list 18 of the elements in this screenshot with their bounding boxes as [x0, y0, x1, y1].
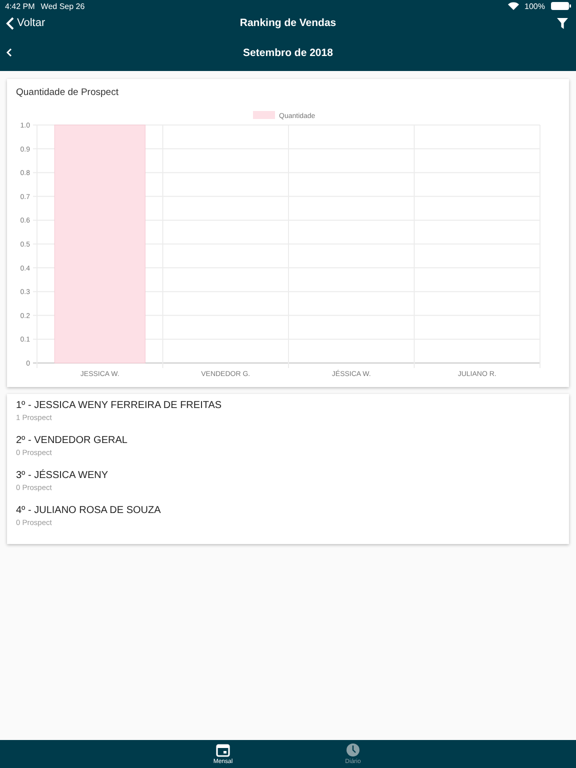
chart-title: Quantidade de Prospect [15, 87, 120, 100]
wifi-icon [508, 2, 519, 10]
back-button[interactable]: Voltar [6, 16, 46, 30]
chevron-left-icon [6, 16, 14, 30]
seller-name: 2º - VENDEDOR GERAL [16, 434, 128, 446]
screen-title: Ranking de Vendas [240, 17, 336, 29]
battery-percent: 100% [524, 2, 545, 10]
status-date: Wed Sep 26 [40, 2, 85, 10]
filter-icon[interactable] [557, 18, 568, 28]
period-title: Setembro de 2018 [243, 46, 333, 58]
battery-icon [551, 2, 571, 10]
seller-name: 4º - JULIANO ROSA DE SOUZA [16, 504, 162, 516]
seller-name: 3º - JÉSSICA WENY [16, 469, 110, 481]
status-time: 4:42 PM [5, 2, 35, 10]
previous-icon[interactable] [6, 48, 12, 57]
seller-name: 1º - JESSICA WENY FERREIRA DE FREITAS [16, 399, 223, 411]
calendar-icon [216, 743, 230, 757]
clock-icon [346, 743, 360, 757]
